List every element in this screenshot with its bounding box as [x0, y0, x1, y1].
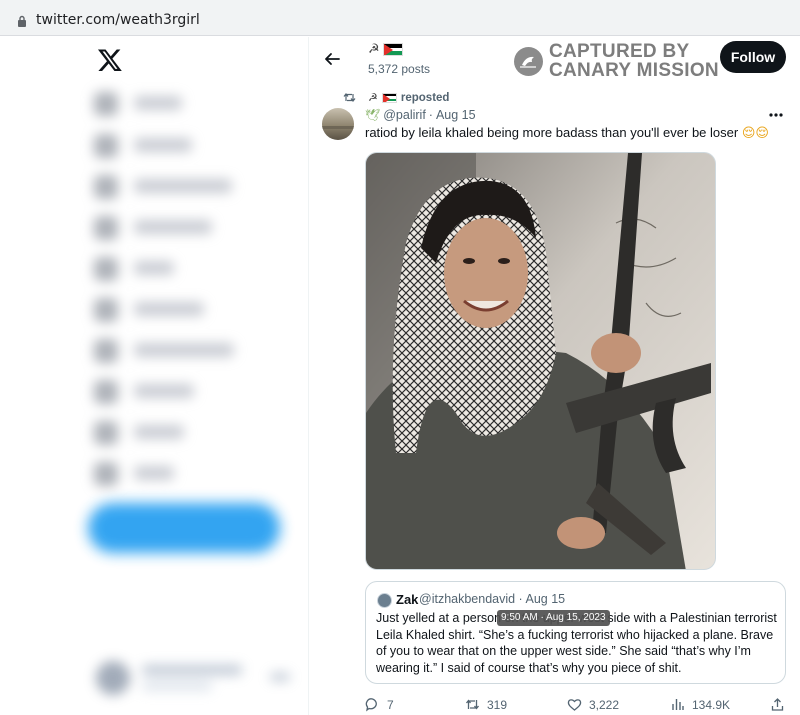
- x-logo-icon[interactable]: [97, 47, 123, 73]
- blurred-post-button[interactable]: [88, 503, 280, 553]
- like-count: 3,222: [589, 697, 620, 712]
- repost-action[interactable]: 319: [465, 697, 507, 712]
- nav-item[interactable]: [88, 87, 288, 121]
- author-emoji: 🕊: [365, 108, 381, 122]
- watermark-line2: CANARY MISSION: [549, 60, 719, 81]
- nav-item[interactable]: [88, 293, 288, 327]
- blurred-account-switcher[interactable]: [90, 653, 300, 703]
- canary-logo-icon: [514, 47, 543, 76]
- profile-header: ☭ 5,372 posts CAPTURED BY CANARY MISSION…: [309, 37, 800, 85]
- left-sidebar: [0, 37, 308, 715]
- palestine-flag-icon: [382, 43, 403, 56]
- author-handle[interactable]: @palirif: [383, 108, 426, 122]
- heart-icon: [567, 699, 582, 711]
- repost-flag-icon: [381, 92, 397, 103]
- tweet-photo[interactable]: [365, 152, 716, 570]
- views-action[interactable]: 134.9K: [670, 697, 730, 712]
- repost-label: reposted: [400, 91, 450, 104]
- browser-address-bar: twitter.com/weath3rgirl: [0, 0, 800, 36]
- separator-dot: ·: [428, 108, 433, 122]
- reply-action[interactable]: 7: [365, 697, 394, 712]
- repost-count: 319: [487, 697, 508, 712]
- url-text: twitter.com/weath3rgirl: [36, 12, 200, 28]
- nav-item[interactable]: [88, 211, 288, 245]
- watermark-line1: CAPTURED BY: [549, 41, 690, 62]
- nav-item[interactable]: [88, 170, 288, 204]
- profile-name: ☭: [368, 42, 403, 57]
- tweet-actions: 7 319 3,222 134.9K: [365, 695, 786, 715]
- main-column: ☭ 5,372 posts CAPTURED BY CANARY MISSION…: [308, 37, 800, 715]
- quote-author-name: Zak: [396, 592, 419, 607]
- views-bar-chart-icon: [672, 699, 684, 710]
- repost-icon: [343, 93, 356, 102]
- relieved-face-emoji: 😌😌: [741, 125, 769, 140]
- lock-icon: [18, 15, 26, 27]
- watermark: CAPTURED BY CANARY MISSION: [514, 41, 719, 81]
- view-count: 134.9K: [692, 697, 731, 712]
- share-icon: [771, 698, 784, 711]
- back-arrow-icon[interactable]: [323, 50, 341, 68]
- nav-item[interactable]: [88, 129, 288, 163]
- reply-icon: [365, 698, 377, 712]
- nav-item[interactable]: [88, 375, 288, 409]
- quote-avatar: [377, 593, 392, 608]
- repost-indicator: ☭ reposted: [343, 91, 449, 104]
- avatar[interactable]: [322, 108, 354, 140]
- repost-hammer-sickle: ☭: [368, 91, 378, 104]
- follow-button[interactable]: Follow: [720, 41, 786, 73]
- hammer-sickle-icon: ☭: [368, 42, 380, 57]
- quote-author-handle: @itzhakbendavid · Aug 15: [419, 592, 566, 606]
- blurred-navigation: [88, 87, 288, 547]
- nav-item[interactable]: [88, 416, 288, 450]
- tweet-date[interactable]: Aug 15: [436, 108, 476, 122]
- nav-item[interactable]: [88, 252, 288, 286]
- watermark-text: CAPTURED BY CANARY MISSION: [549, 42, 719, 80]
- retweet-icon: [465, 699, 480, 710]
- timestamp-tooltip: 9:50 AM · Aug 15, 2023: [497, 610, 610, 626]
- reply-count: 7: [387, 697, 394, 712]
- share-action[interactable]: [770, 697, 785, 712]
- quoted-tweet[interactable]: Zak @itzhakbendavid · Aug 15 Just yelled…: [365, 581, 786, 684]
- tweet-text: ratiod by leila khaled being more badass…: [365, 125, 785, 141]
- url-pill[interactable]: twitter.com/weath3rgirl: [4, 3, 796, 33]
- like-action[interactable]: 3,222: [567, 697, 619, 712]
- nav-item[interactable]: [88, 334, 288, 368]
- post-count: 5,372 posts: [368, 62, 431, 76]
- tweet-body: ratiod by leila khaled being more badass…: [365, 125, 739, 140]
- tweet-author-line: 🕊 @palirif · Aug 15: [365, 108, 476, 122]
- nav-item[interactable]: [88, 457, 288, 491]
- more-options-icon[interactable]: [769, 113, 783, 117]
